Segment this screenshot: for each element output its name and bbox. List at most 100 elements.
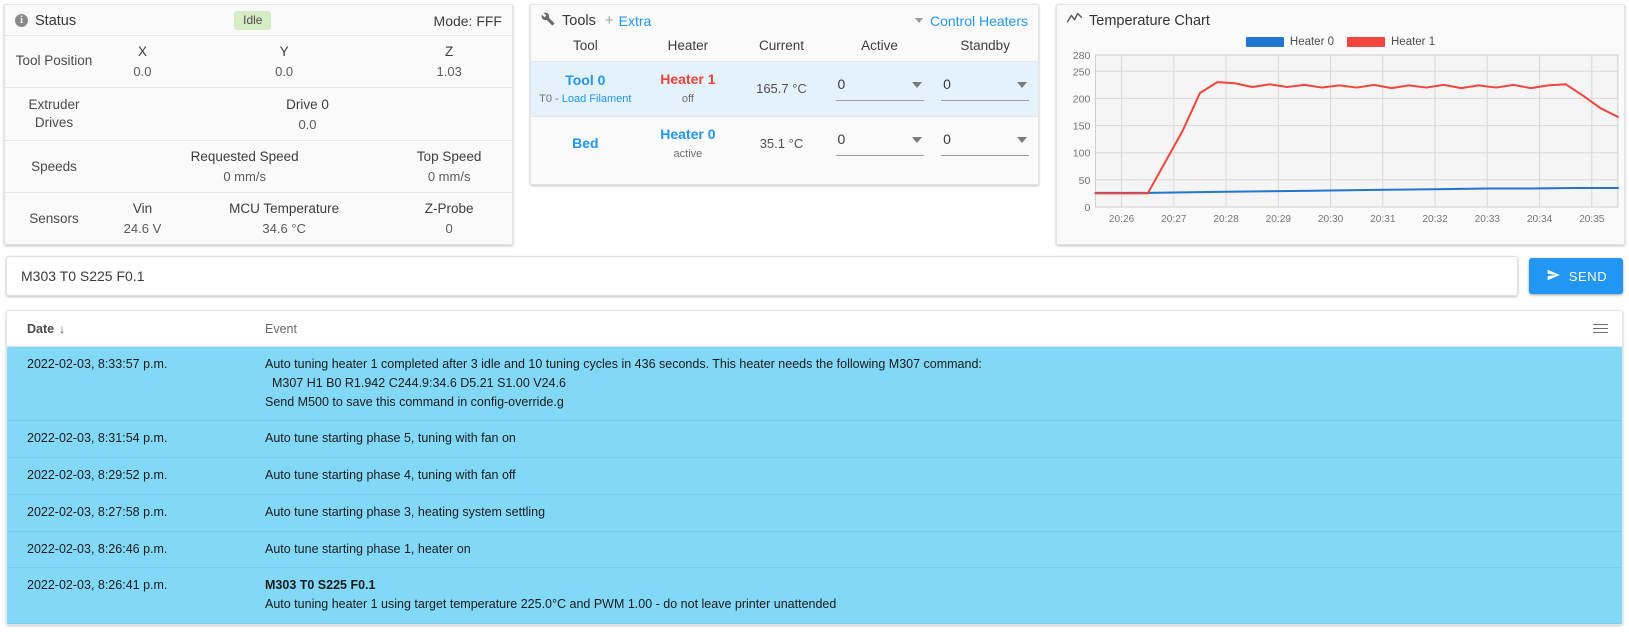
standby-temp-cell[interactable]: 0 (932, 117, 1038, 172)
active-temp-cell[interactable]: 0 (827, 117, 933, 172)
active-temp-input[interactable]: 0 (835, 130, 924, 156)
tool-name[interactable]: Tool 0 (531, 72, 640, 88)
current-temperature: 165.7 °C (756, 80, 807, 96)
cell-value: 0.0 (275, 64, 294, 79)
svg-text:20:27: 20:27 (1161, 214, 1187, 225)
log-menu-button[interactable] (1578, 323, 1622, 334)
cell-value: 0 (445, 221, 453, 237)
row-label-sensors: Sensors (29, 210, 79, 226)
standby-temp-cell[interactable]: 0 (932, 62, 1038, 117)
table-row: 2022-02-03, 8:26:41 p.m. M303 T0 S225 F0.… (7, 568, 1622, 624)
svg-text:0: 0 (1085, 202, 1091, 214)
active-temp-value: 0 (837, 75, 846, 92)
col-current: Current (758, 38, 804, 53)
chevron-down-icon[interactable] (1017, 136, 1028, 143)
standby-temp-value: 0 (943, 130, 951, 147)
tool-name[interactable]: Bed (531, 135, 640, 151)
chevron-down-icon[interactable] (1017, 81, 1028, 88)
table-row[interactable]: Bed Heater 0 active 35.1 °C 0 0 (531, 116, 1038, 172)
tool-cell[interactable]: Bed (531, 117, 640, 172)
tools-table: Tool Heater Current Active Standby Tool … (531, 35, 1038, 171)
chevron-down-icon[interactable] (911, 136, 922, 143)
gcode-command-input[interactable]: M303 T0 S225 F0.1 (6, 256, 1518, 296)
log-entry-event: Auto tune starting phase 4, tuning with … (265, 466, 1622, 485)
table-row[interactable]: Tool 0 T0 - Load Filament Heater 1 off 1… (531, 61, 1038, 117)
table-row: Speeds Requested Speed 0 mm/s Top Speed … (5, 140, 512, 193)
cell-z: Z 1.03 (386, 36, 512, 88)
legend-item-heater1[interactable]: Heater 1 (1347, 36, 1435, 48)
svg-text:250: 250 (1073, 66, 1091, 78)
tool-cell[interactable]: Tool 0 T0 - Load Filament (531, 62, 640, 117)
log-entry-event: Auto tune starting phase 1, heater on (265, 540, 1622, 559)
log-entry-event: Auto tuning heater 1 completed after 3 i… (265, 355, 1622, 411)
log-entry-line: Auto tune starting phase 4, tuning with … (265, 468, 516, 482)
extra-link[interactable]: Extra (619, 13, 652, 29)
legend-item-heater0[interactable]: Heater 0 (1245, 36, 1334, 48)
svg-text:20:29: 20:29 (1266, 214, 1292, 225)
current-temperature: 35.1 °C (759, 135, 804, 151)
send-icon (1545, 268, 1562, 285)
chevron-down-icon[interactable] (911, 81, 922, 88)
heater-cell[interactable]: Heater 0 active (640, 117, 737, 172)
svg-text:20:31: 20:31 (1370, 214, 1396, 225)
column-header-date[interactable]: Date ↓ (7, 322, 265, 336)
table-row: Sensors Vin 24.6 V MCU Temperature 34.6 … (5, 192, 512, 245)
log-entry-line: Send M500 to save this command in config… (265, 394, 564, 409)
send-button[interactable]: SEND (1529, 258, 1623, 294)
control-heaters-dropdown[interactable]: Control Heaters (914, 12, 1028, 29)
column-header-event[interactable]: Event (265, 322, 1578, 336)
chart-panel-header: Temperature Chart (1057, 5, 1624, 35)
heater-state: active (673, 148, 703, 160)
chart-panel-title: Temperature Chart (1089, 12, 1210, 29)
log-entry-date: 2022-02-03, 8:29:52 p.m. (27, 468, 168, 482)
active-temp-value: 0 (837, 130, 846, 147)
standby-temp-input[interactable]: 0 (941, 130, 1030, 156)
log-entry-event: Auto tune starting phase 3, heating syst… (265, 503, 1622, 522)
load-filament-link[interactable]: Load Filament (562, 93, 632, 105)
log-entry-line: M307 H1 B0 R1.942 C244.9:34.6 D5.21 S1.0… (265, 375, 566, 390)
cell-requested-speed: Requested Speed 0 mm/s (103, 141, 386, 193)
status-panel: i Status Idle Mode: FFF Tool Position X … (4, 4, 513, 245)
col-heater: Heater (667, 38, 709, 53)
cell-head: X (137, 44, 147, 59)
status-badge: Idle (234, 11, 272, 30)
svg-text:280: 280 (1073, 50, 1091, 62)
chart-plot-area[interactable]: 0 50 100 150 200 250 280 20:26 20:27 20:28 20:29 20… (1057, 49, 1624, 235)
svg-text:20:35: 20:35 (1579, 214, 1605, 225)
wrench-icon (541, 12, 555, 30)
heater-name[interactable]: Heater 0 (640, 126, 737, 142)
log-entry-date: 2022-02-03, 8:26:41 p.m. (27, 578, 168, 593)
cell-vin: Vin 24.6 V (103, 193, 182, 245)
legend-swatch (1245, 37, 1284, 47)
heater-cell[interactable]: Heater 1 off (640, 62, 737, 117)
table-row: 2022-02-03, 8:33:57 p.m. Auto tuning heat… (7, 347, 1622, 422)
chevron-down-icon (914, 18, 923, 23)
table-row: Extruder Drives Drive 0 0.0 (5, 87, 512, 141)
table-row: 2022-02-03, 8:26:46 p.m. Auto tune starti… (7, 531, 1622, 569)
cell-head: Requested Speed (190, 149, 299, 165)
tool-subtext: T0 - Load Filament (531, 93, 640, 105)
active-temp-cell[interactable]: 0 (827, 62, 933, 117)
control-heaters-label: Control Heaters (929, 12, 1028, 29)
status-panel-header: i Status Idle Mode: FFF (5, 5, 512, 35)
svg-text:200: 200 (1073, 93, 1091, 105)
svg-text:100: 100 (1073, 148, 1091, 160)
legend-label: Heater 1 (1391, 36, 1436, 48)
send-button-label: SEND (1568, 268, 1608, 284)
active-temp-input[interactable]: 0 (835, 75, 924, 101)
heater-name[interactable]: Heater 1 (640, 71, 737, 87)
col-active: Active (861, 38, 898, 53)
svg-text:20:30: 20:30 (1318, 214, 1344, 225)
cell-value: 34.6 °C (262, 221, 306, 237)
sort-descending-icon[interactable]: ↓ (59, 322, 65, 336)
svg-text:20:33: 20:33 (1475, 214, 1501, 225)
heater-state: off (681, 93, 694, 105)
console-log-card: Date ↓ Event 2022-02-03, 8:33:57 p.m. Aut… (6, 310, 1623, 625)
hamburger-menu-icon[interactable] (1592, 323, 1608, 334)
legend-swatch (1347, 37, 1385, 47)
log-entry-date: 2022-02-03, 8:27:58 p.m. (27, 504, 168, 519)
line-chart-icon (1066, 12, 1083, 29)
standby-temp-input[interactable]: 0 (941, 76, 1030, 101)
cell-y: Y 0.0 (182, 36, 386, 88)
duet-web-control-page: i Status Idle Mode: FFF Tool Position X … (0, 0, 1629, 642)
